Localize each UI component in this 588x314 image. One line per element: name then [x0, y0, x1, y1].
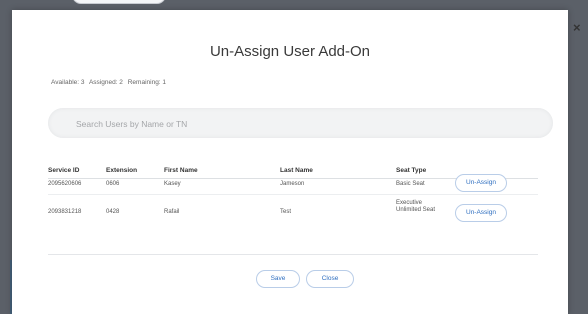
- row-1-unassign-button[interactable]: Un-Assign: [455, 174, 507, 192]
- col-first-name: First Name: [164, 167, 198, 174]
- col-service-id: Service ID: [48, 167, 80, 174]
- search-input[interactable]: [74, 108, 538, 140]
- unassign-dialog: Un-Assign User Add-On Available: 3 Assig…: [12, 10, 568, 314]
- search-box[interactable]: [48, 108, 553, 140]
- remaining-count: Remaining: 1: [127, 79, 167, 86]
- col-seat-type: Seat Type: [396, 167, 427, 174]
- row-1-extension: 0606: [106, 181, 120, 187]
- row-2-last-name: Test: [280, 209, 292, 215]
- assigned-count: Assigned: 2: [88, 79, 123, 86]
- row-2-first-name: Rafail: [164, 209, 180, 215]
- save-button[interactable]: Save: [256, 270, 300, 288]
- row-2-seat-type: Executive Unlimited Seat: [396, 200, 436, 213]
- seat-counts: Available: 3 Assigned: 2 Remaining: 1: [51, 79, 169, 86]
- row-1-first-name: Kasey: [164, 181, 181, 187]
- background-button: [72, 0, 166, 4]
- dialog-title: Un-Assign User Add-On: [209, 43, 371, 60]
- close-button[interactable]: Close: [306, 270, 354, 288]
- row-1-last-name: Jameson: [280, 181, 305, 187]
- row-2-service-id: 2093831218: [48, 209, 82, 215]
- col-extension: Extension: [106, 167, 138, 174]
- col-last-name: Last Name: [280, 167, 313, 174]
- row-2-unassign-button[interactable]: Un-Assign: [455, 204, 507, 222]
- available-count: Available: 3: [51, 79, 85, 86]
- close-icon[interactable]: ×: [573, 21, 585, 35]
- row-divider: [48, 194, 538, 195]
- row-1-seat-type: Basic Seat: [396, 181, 425, 187]
- row-1-service-id: 2095620606: [48, 181, 82, 187]
- row-2-extension: 0428: [106, 209, 120, 215]
- footer-divider: [48, 254, 538, 255]
